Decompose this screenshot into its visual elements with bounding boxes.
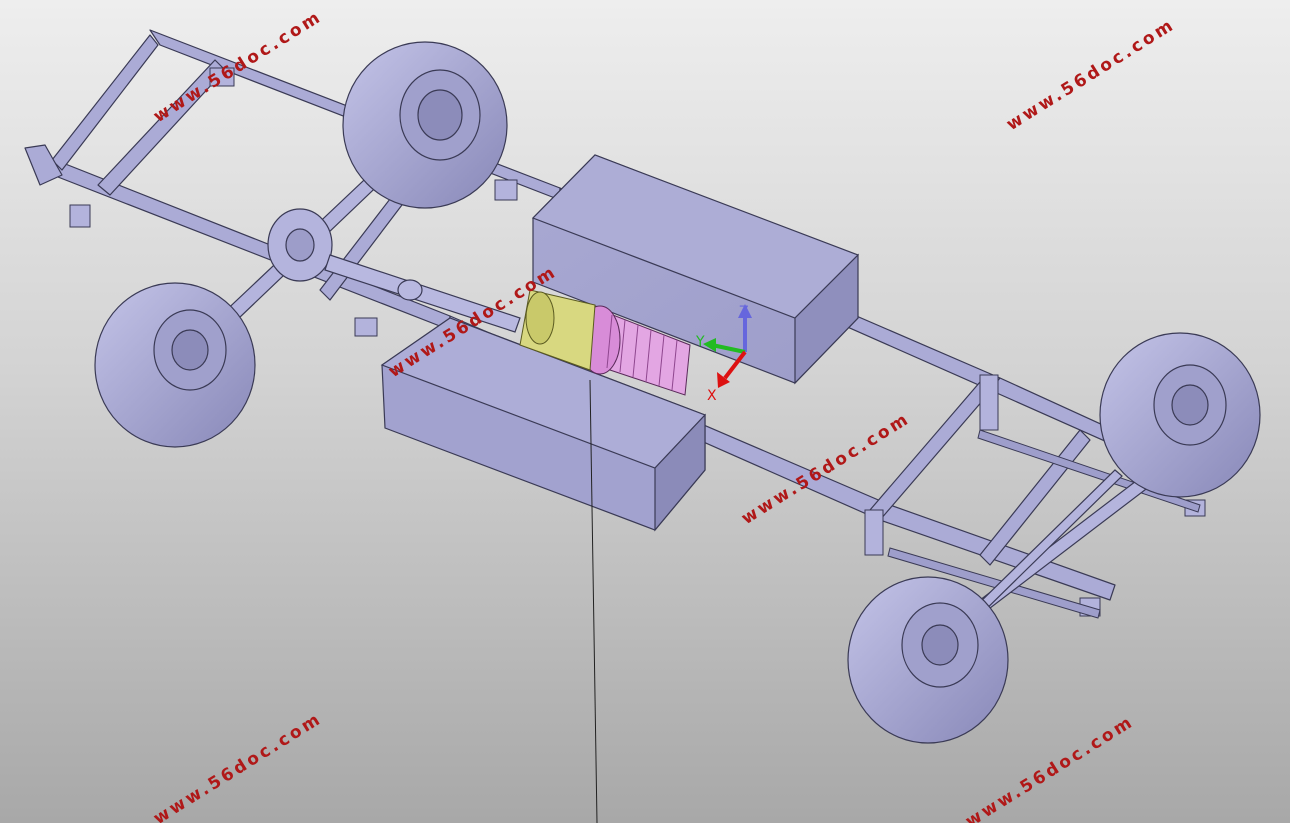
triad-z-label: Z xyxy=(739,304,749,320)
wheel-rear-right-bottom xyxy=(847,576,1009,744)
triad-y-label: Y xyxy=(695,334,705,350)
wheel-front-left-bottom xyxy=(94,282,256,448)
cad-3d-viewport[interactable]: Z Y X www.56doc.com www.56doc.com www.56… xyxy=(0,0,1290,823)
wheel-front-left-top xyxy=(342,41,508,209)
triad-x-label: X xyxy=(707,388,717,404)
chassis-model[interactable]: Z Y X xyxy=(0,0,1290,823)
wheel-rear-right-top xyxy=(1099,332,1261,498)
